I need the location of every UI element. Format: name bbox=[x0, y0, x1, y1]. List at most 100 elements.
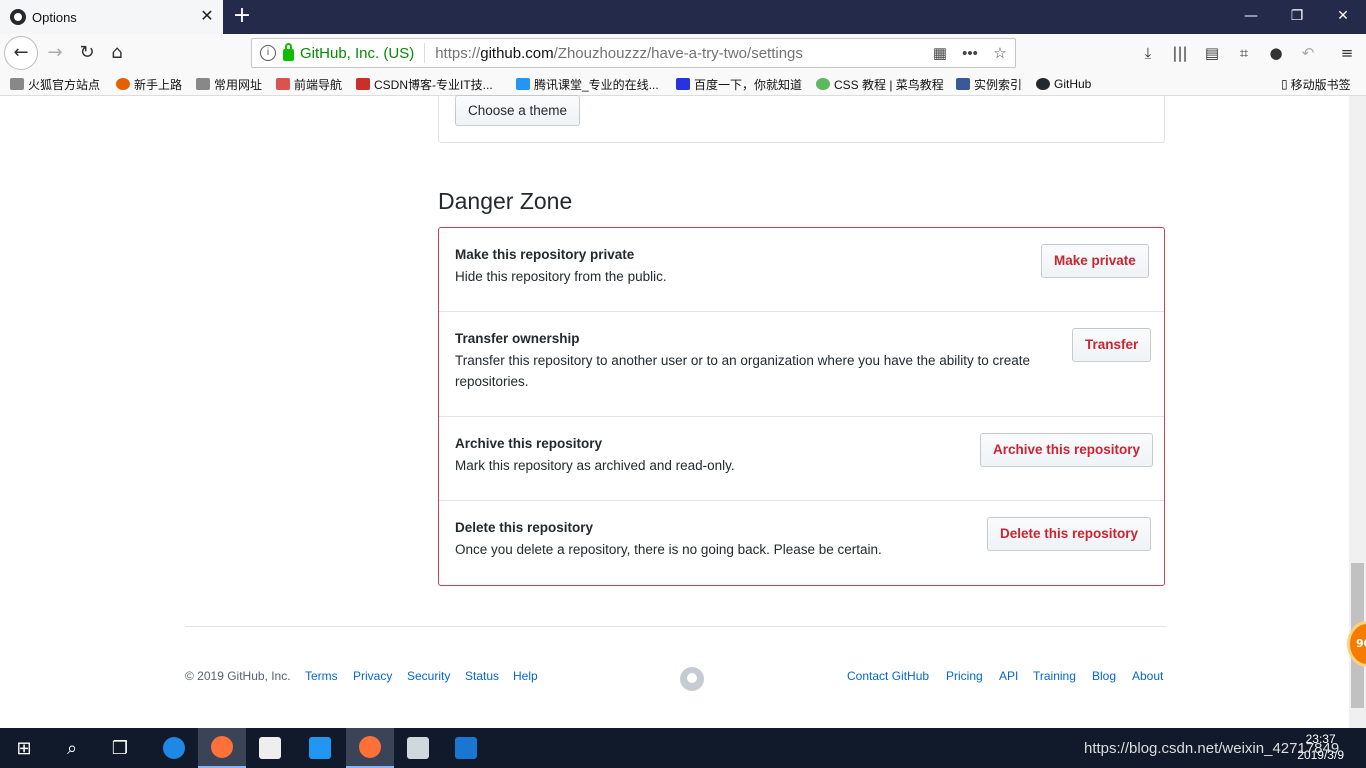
divider bbox=[439, 416, 1164, 417]
archive-button[interactable]: Archive this repository bbox=[980, 433, 1154, 467]
bookmark-item[interactable]: CSS 教程 | 菜鸟教程 bbox=[816, 76, 944, 92]
qr-code-icon[interactable]: ▦ bbox=[925, 44, 955, 62]
store-icon bbox=[259, 737, 281, 759]
baidu-icon bbox=[676, 78, 690, 90]
bookmark-item[interactable]: 火狐官方站点 bbox=[10, 76, 100, 92]
transfer-button[interactable]: Transfer bbox=[1072, 328, 1152, 362]
bookmark-item[interactable]: 腾讯课堂_专业的在线... bbox=[516, 76, 659, 92]
bookmark-item[interactable]: 实例索引 bbox=[956, 76, 1022, 92]
mobile-bookmarks[interactable]: ▯ 移动版书签 bbox=[1281, 76, 1351, 92]
chat-icon[interactable]: ● bbox=[1265, 42, 1287, 64]
bookmark-label: 火狐官方站点 bbox=[28, 77, 101, 92]
minimize-button[interactable]: — bbox=[1228, 0, 1274, 34]
taskbar-firefox-2[interactable] bbox=[346, 728, 394, 768]
start-button[interactable]: ⊞ bbox=[0, 728, 48, 768]
bookmark-item[interactable]: 前端导航 bbox=[276, 76, 342, 92]
choose-theme-button[interactable]: Choose a theme bbox=[455, 95, 581, 126]
bookmark-item[interactable]: 新手上路 bbox=[116, 76, 182, 92]
transfer-title: Transfer ownership bbox=[455, 331, 580, 346]
search-button[interactable]: ⌕ bbox=[48, 728, 96, 768]
footer-link-terms[interactable]: Terms bbox=[305, 669, 338, 683]
task-view-button[interactable]: ❐ bbox=[96, 728, 144, 768]
vscode-icon bbox=[309, 737, 331, 759]
footer-link-api[interactable]: API bbox=[999, 669, 1018, 683]
tab-close-icon[interactable]: ✕ bbox=[199, 8, 215, 24]
sidebar-icon[interactable]: ▤ bbox=[1201, 42, 1223, 64]
url-domain: github.com bbox=[480, 44, 554, 62]
bookmark-label: 腾讯课堂_专业的在线... bbox=[534, 77, 659, 92]
copyright: © 2019 GitHub, Inc. bbox=[185, 669, 291, 683]
url-text[interactable]: https://github.com/Zhouzhouzzz/have-a-tr… bbox=[435, 45, 925, 62]
footer-link-help[interactable]: Help bbox=[513, 669, 538, 683]
footer-link-training[interactable]: Training bbox=[1033, 669, 1076, 683]
site-identity: GitHub, Inc. (US) bbox=[300, 44, 415, 62]
make-private-title: Make this repository private bbox=[455, 247, 635, 262]
wps-icon bbox=[455, 737, 477, 759]
bookmark-item[interactable]: CSDN博客-专业IT技... bbox=[356, 76, 493, 92]
divider bbox=[439, 500, 1164, 501]
address-bar[interactable]: i GitHub, Inc. (US) https://github.com/Z… bbox=[251, 38, 1016, 68]
firefox-icon bbox=[211, 736, 233, 758]
bookmark-label: 常用网址 bbox=[214, 77, 263, 92]
download-icon[interactable]: ⤓ bbox=[1137, 42, 1159, 64]
taskbar-notepad[interactable] bbox=[394, 728, 442, 768]
taskbar-store[interactable] bbox=[246, 728, 294, 768]
delete-button[interactable]: Delete this repository bbox=[987, 517, 1152, 551]
footer-link-pricing[interactable]: Pricing bbox=[946, 669, 983, 683]
reload-icon: ↻ bbox=[79, 42, 95, 63]
url-prefix: https:// bbox=[435, 44, 481, 62]
footer-link-security[interactable]: Security bbox=[407, 669, 450, 683]
menu-icon[interactable]: ≡ bbox=[1336, 42, 1358, 64]
screenshot-icon[interactable]: ⌗ bbox=[1233, 42, 1255, 64]
bookmark-star-icon[interactable]: ☆ bbox=[985, 44, 1015, 62]
home-button[interactable]: ⌂ bbox=[102, 38, 132, 68]
page-actions-icon[interactable]: ••• bbox=[955, 45, 985, 62]
bookmark-item[interactable]: 常用网址 bbox=[196, 76, 262, 92]
new-tab-button[interactable]: + bbox=[230, 4, 254, 28]
bookmark-label: GitHub bbox=[1054, 77, 1092, 91]
taskbar-firefox[interactable] bbox=[198, 728, 246, 768]
notepad-icon bbox=[407, 737, 429, 759]
footer-link-status[interactable]: Status bbox=[465, 669, 499, 683]
make-private-button[interactable]: Make private bbox=[1041, 244, 1149, 278]
tab-title: Options bbox=[32, 9, 77, 25]
arrow-right-icon: → bbox=[47, 42, 63, 63]
search-icon: ⌕ bbox=[66, 737, 78, 759]
bookmark-item[interactable]: 百度一下，你就知道 bbox=[676, 76, 802, 92]
folder-icon bbox=[10, 78, 24, 90]
footer-link-privacy[interactable]: Privacy bbox=[353, 669, 392, 683]
github-mark-icon[interactable] bbox=[680, 667, 704, 691]
taskbar-wps[interactable] bbox=[442, 728, 490, 768]
edge-icon bbox=[163, 737, 185, 759]
bookmark-label: 前端导航 bbox=[294, 77, 343, 92]
taskbar-vscode[interactable] bbox=[296, 728, 344, 768]
firefox-icon bbox=[116, 78, 130, 90]
taskbar-edge[interactable] bbox=[150, 728, 198, 768]
bookmark-label: CSDN博客-专业IT技... bbox=[374, 77, 493, 92]
forward-button[interactable]: → bbox=[40, 38, 70, 68]
footer-link-blog[interactable]: Blog bbox=[1092, 669, 1116, 683]
tencent-icon bbox=[516, 78, 530, 90]
footer-link-contact[interactable]: Contact GitHub bbox=[847, 669, 929, 683]
bookmark-label: 移动版书签 bbox=[1290, 77, 1351, 92]
bookmark-label: 百度一下，你就知道 bbox=[694, 77, 803, 92]
bookmarks-toolbar: 火狐官方站点 新手上路 常用网址 前端导航 CSDN博客-专业IT技... 腾讯… bbox=[0, 72, 1366, 96]
restore-button[interactable]: ❐ bbox=[1274, 0, 1320, 34]
browser-tab[interactable]: Options ✕ bbox=[0, 0, 223, 34]
danger-zone-title: Danger Zone bbox=[438, 188, 573, 214]
back-button[interactable]: ← bbox=[4, 36, 38, 70]
library-icon[interactable]: ||| bbox=[1169, 42, 1191, 64]
site-info-icon[interactable]: i bbox=[260, 45, 276, 61]
reload-button[interactable]: ↻ bbox=[72, 38, 102, 68]
window-close-button[interactable]: ✕ bbox=[1320, 0, 1366, 34]
url-path: /Zhouzhouzzz/have-a-try-two/settings bbox=[553, 44, 803, 62]
navigation-toolbar: ← → ↻ ⌂ i GitHub, Inc. (US) https://gith… bbox=[0, 34, 1366, 72]
bookmark-item[interactable]: GitHub bbox=[1036, 76, 1091, 92]
undo-icon[interactable]: ↶ bbox=[1297, 42, 1319, 64]
url-separator bbox=[424, 43, 426, 63]
archive-title: Archive this repository bbox=[455, 436, 603, 451]
bookmark-label: 新手上路 bbox=[134, 77, 183, 92]
delete-desc: Once you delete a repository, there is n… bbox=[455, 542, 882, 557]
footer-link-about[interactable]: About bbox=[1132, 669, 1163, 683]
transfer-desc: Transfer this repository to another user… bbox=[455, 353, 1031, 389]
